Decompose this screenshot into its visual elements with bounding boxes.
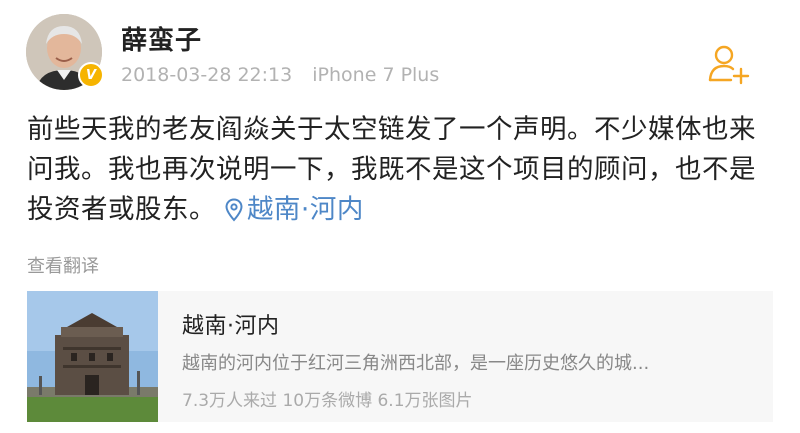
translate-link[interactable]: 查看翻译 [27,252,99,278]
post-body: 前些天我的老友阎焱关于太空链发了一个声明。不少媒体也来问我。我也再次说明一下，我… [27,110,772,230]
post-text: 前些天我的老友阎焱关于太空链发了一个声明。不少媒体也来问我。我也再次说明一下，我… [27,114,756,225]
add-user-icon[interactable] [706,42,750,86]
location-card-description: 越南的河内位于红河三角洲西北部，是一座历史悠久的城... [182,353,650,374]
avatar-container[interactable]: V [26,14,104,90]
location-card[interactable]: 越南·河内 越南的河内位于红河三角洲西北部，是一座历史悠久的城... 7.3万人… [27,291,773,422]
post-timestamp: 2018-03-28 22:13 [121,64,293,86]
post-meta: 2018-03-28 22:13 iPhone 7 Plus [121,64,439,86]
location-card-title: 越南·河内 [182,314,280,339]
username[interactable]: 薛蛮子 [121,20,202,57]
verified-badge: V [78,62,104,88]
location-pin-icon [225,198,243,222]
location-thumbnail [27,291,158,422]
post-device: iPhone 7 Plus [312,64,440,86]
location-link-label: 越南·河内 [246,194,364,225]
location-link[interactable]: 越南·河内 [225,194,364,225]
location-card-stats: 7.3万人来过 10万条微博 6.1万张图片 [182,391,473,411]
